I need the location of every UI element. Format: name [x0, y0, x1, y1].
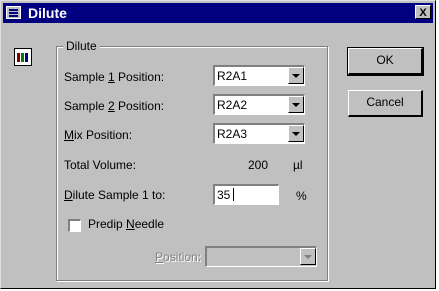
close-button[interactable]: X: [415, 5, 431, 19]
sample2-value: R2A2: [217, 98, 248, 112]
dilute-icon: [14, 48, 32, 66]
text-caret: [233, 188, 234, 201]
title-bar[interactable]: Dilute X: [3, 3, 433, 23]
total-volume-value: 200: [248, 158, 269, 172]
dilute-value: 35: [217, 188, 231, 202]
sample1-label: Sample 1 Position:: [64, 70, 165, 84]
sample2-position-select[interactable]: R2A2: [213, 94, 305, 115]
ok-button[interactable]: OK: [347, 47, 424, 76]
predip-needle-label[interactable]: Predip Needle: [88, 217, 164, 231]
sample1-position-select[interactable]: R2A1: [213, 65, 305, 86]
dilute-percent-input[interactable]: 35: [213, 184, 279, 205]
sample1-value: R2A1: [217, 69, 248, 83]
chevron-down-icon[interactable]: [288, 67, 304, 84]
dilute-dialog: Dilute X Dilute Sample 1 Position: R2A1 …: [0, 0, 436, 289]
position-label: Position:: [155, 250, 202, 264]
mix-label: Mix Position:: [64, 128, 133, 142]
window-icon: [6, 6, 21, 19]
position-select: [205, 246, 317, 267]
chevron-down-icon[interactable]: [288, 125, 304, 142]
total-volume-label: Total Volume:: [64, 158, 137, 172]
total-volume-unit: µl: [293, 158, 303, 172]
group-label: Dilute: [63, 39, 100, 53]
chevron-down-icon: [300, 248, 316, 265]
window-title: Dilute: [28, 5, 67, 21]
cancel-button[interactable]: Cancel: [348, 90, 423, 117]
chevron-down-icon[interactable]: [288, 96, 304, 113]
mix-value: R2A3: [217, 127, 248, 141]
sample2-label: Sample 2 Position:: [64, 99, 165, 113]
dilute-label: Dilute Sample 1 to:: [64, 188, 166, 202]
dilute-unit: %: [296, 189, 307, 203]
mix-position-select[interactable]: R2A3: [213, 123, 305, 144]
predip-needle-checkbox[interactable]: [68, 219, 81, 232]
